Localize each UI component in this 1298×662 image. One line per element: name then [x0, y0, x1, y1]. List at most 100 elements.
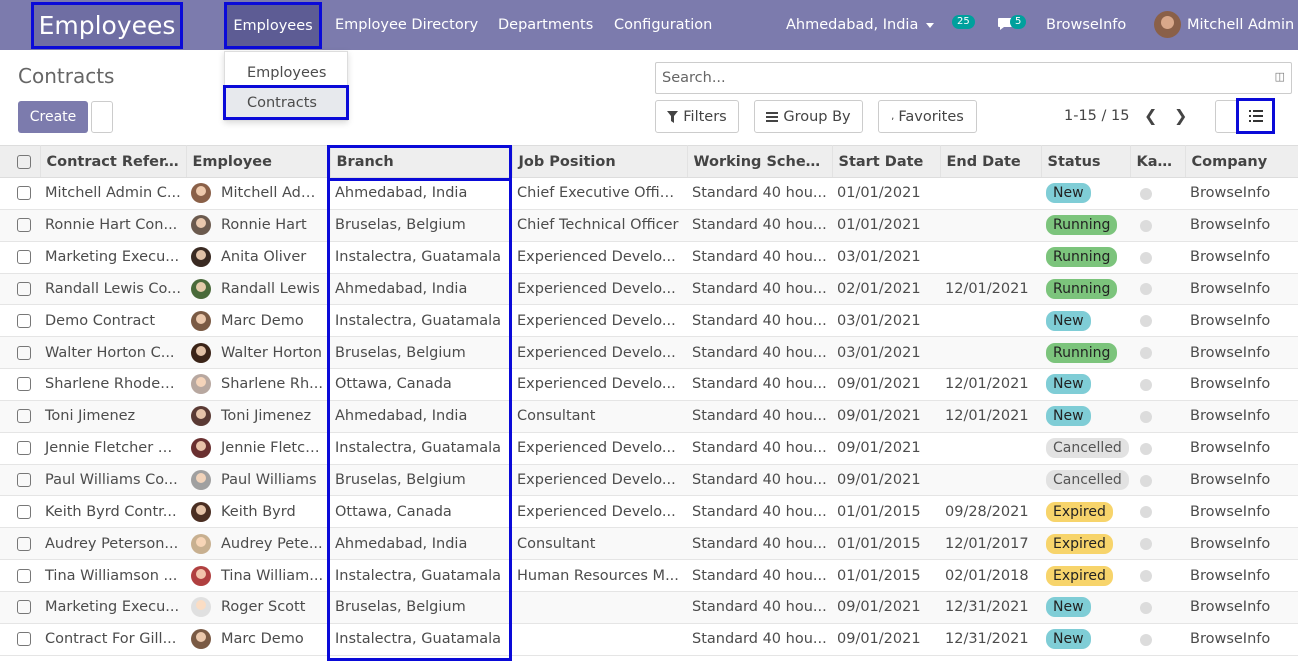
cell-branch[interactable]: Ottawa, Canada: [330, 368, 512, 401]
cell-branch[interactable]: Ahmedabad, India: [330, 273, 512, 306]
cell-status[interactable]: New: [1041, 368, 1130, 401]
cell-employee[interactable]: Marc Demo: [186, 623, 330, 656]
row-checkbox[interactable]: [0, 495, 40, 529]
nav-employee-directory[interactable]: Employee Directory: [335, 0, 478, 50]
table-row[interactable]: Contract For Gill... Marc Demo Instalectra…: [0, 623, 1298, 656]
cell-end-date[interactable]: 12/01/2021: [940, 400, 1041, 433]
kanban-state-icon[interactable]: [1140, 347, 1152, 360]
nav-employees[interactable]: Employees: [224, 2, 322, 49]
nav-departments[interactable]: Departments: [498, 0, 593, 50]
cell-end-date[interactable]: [940, 432, 1041, 465]
cell-employee[interactable]: Sharlene Rh...: [186, 368, 330, 401]
create-button[interactable]: Create: [18, 101, 88, 133]
cell-branch[interactable]: Instalectra, Guatamala: [330, 432, 512, 465]
cell-company[interactable]: BrowseInfo: [1185, 177, 1298, 210]
cell-kanban-state[interactable]: [1130, 495, 1185, 529]
header-employee[interactable]: Employee: [186, 145, 331, 178]
filters-button[interactable]: Filters: [655, 100, 739, 133]
cell-kanban-state[interactable]: [1130, 336, 1185, 370]
cell-status[interactable]: Expired: [1041, 495, 1130, 529]
cell-working-schedule[interactable]: Standard 40 hou...: [687, 273, 832, 306]
cell-contract-reference[interactable]: Ronnie Hart Con...: [40, 209, 186, 242]
cell-status[interactable]: Running: [1041, 336, 1130, 370]
table-row[interactable]: Ronnie Hart Con... Ronnie Hart Bruselas, B…: [0, 209, 1298, 242]
cell-status[interactable]: Cancelled: [1041, 432, 1130, 465]
cell-working-schedule[interactable]: Standard 40 hou...: [687, 336, 832, 370]
user-avatar[interactable]: [1154, 11, 1181, 38]
cell-status[interactable]: New: [1041, 591, 1130, 624]
row-checkbox[interactable]: [0, 432, 40, 465]
cell-kanban-state[interactable]: [1130, 591, 1185, 624]
row-checkbox[interactable]: [0, 464, 40, 497]
cell-branch[interactable]: Instalectra, Guatamala: [330, 623, 512, 656]
cell-working-schedule[interactable]: Standard 40 hou...: [687, 591, 832, 624]
cell-branch[interactable]: Instalectra, Guatamala: [330, 559, 512, 592]
row-checkbox[interactable]: [0, 273, 40, 306]
secondary-button[interactable]: [91, 101, 113, 133]
cell-start-date[interactable]: 01/01/2021: [832, 209, 940, 242]
cell-end-date[interactable]: [940, 209, 1041, 242]
dropdown-item-contracts[interactable]: Contracts: [223, 85, 349, 120]
cell-working-schedule[interactable]: Standard 40 hou...: [687, 527, 832, 561]
cell-status[interactable]: New: [1041, 304, 1130, 338]
search-input[interactable]: [662, 64, 1262, 92]
cell-kanban-state[interactable]: [1130, 177, 1185, 210]
cell-contract-reference[interactable]: Toni Jimenez: [40, 400, 186, 433]
cell-end-date[interactable]: [940, 304, 1041, 338]
cell-start-date[interactable]: 09/01/2021: [832, 591, 940, 624]
cell-job-position[interactable]: Human Resources M...: [512, 559, 687, 592]
cell-start-date[interactable]: 02/01/2021: [832, 273, 940, 306]
cell-job-position[interactable]: Experienced Develo...: [512, 495, 687, 529]
search-bar[interactable]: ◫: [655, 62, 1292, 94]
cell-end-date[interactable]: [940, 464, 1041, 497]
cell-working-schedule[interactable]: Standard 40 hou...: [687, 495, 832, 529]
cell-kanban-state[interactable]: [1130, 623, 1185, 656]
cell-branch[interactable]: Ahmedabad, India: [330, 527, 512, 561]
table-row[interactable]: Demo Contract Marc Demo Instalectra, Guata…: [0, 304, 1298, 338]
cell-start-date[interactable]: 01/01/2021: [832, 177, 940, 210]
cell-kanban-state[interactable]: [1130, 527, 1185, 561]
cell-status[interactable]: Running: [1041, 241, 1130, 274]
kanban-state-icon[interactable]: [1140, 283, 1152, 296]
row-checkbox[interactable]: [0, 623, 40, 656]
table-row[interactable]: Marketing Execu... Anita Oliver Instalectr…: [0, 241, 1298, 274]
pager-value[interactable]: 1-15 / 15: [1064, 108, 1129, 124]
table-row[interactable]: Tina Williamson ... Tina William... Instal…: [0, 559, 1298, 592]
kanban-view-button[interactable]: [1215, 100, 1237, 133]
cell-status[interactable]: New: [1041, 623, 1130, 656]
cell-end-date[interactable]: [940, 336, 1041, 370]
cell-contract-reference[interactable]: Contract For Gill...: [40, 623, 186, 656]
cell-job-position[interactable]: Experienced Develo...: [512, 273, 687, 306]
favorites-button[interactable]: , Favorites: [878, 100, 977, 133]
cell-kanban-state[interactable]: [1130, 464, 1185, 497]
cell-branch[interactable]: Bruselas, Belgium: [330, 591, 512, 624]
cell-start-date[interactable]: 01/01/2015: [832, 559, 940, 592]
table-row[interactable]: Marketing Execu... Roger Scott Bruselas, B…: [0, 591, 1298, 624]
cell-kanban-state[interactable]: [1130, 241, 1185, 274]
cell-status[interactable]: New: [1041, 177, 1130, 210]
cell-contract-reference[interactable]: Marketing Execu...: [40, 591, 186, 624]
cell-working-schedule[interactable]: Standard 40 hou...: [687, 304, 832, 338]
cell-end-date[interactable]: 09/28/2021: [940, 495, 1041, 529]
row-checkbox[interactable]: [0, 400, 40, 433]
company-switcher[interactable]: Ahmedabad, India: [786, 0, 935, 50]
table-row[interactable]: Sharlene Rhodes... Sharlene Rh... Ottawa, …: [0, 368, 1298, 401]
cell-working-schedule[interactable]: Standard 40 hou...: [687, 464, 832, 497]
row-checkbox[interactable]: [0, 527, 40, 561]
cell-job-position[interactable]: Experienced Develo...: [512, 464, 687, 497]
cell-start-date[interactable]: 03/01/2021: [832, 304, 940, 338]
header-end-date[interactable]: End Date: [940, 145, 1042, 178]
cell-employee[interactable]: Anita Oliver: [186, 241, 330, 274]
cell-company[interactable]: BrowseInfo: [1185, 209, 1298, 242]
table-row[interactable]: Randall Lewis Co... Randall Lewis Ahmedaba…: [0, 273, 1298, 306]
cell-job-position[interactable]: Experienced Develo...: [512, 432, 687, 465]
header-start-date[interactable]: Start Date: [832, 145, 941, 178]
cell-contract-reference[interactable]: Demo Contract: [40, 304, 186, 338]
row-checkbox[interactable]: [0, 591, 40, 624]
cell-company[interactable]: BrowseInfo: [1185, 559, 1298, 592]
cell-job-position[interactable]: Consultant: [512, 527, 687, 561]
cell-contract-reference[interactable]: Audrey Peterson...: [40, 527, 186, 561]
cell-end-date[interactable]: 12/31/2021: [940, 623, 1041, 656]
cell-branch[interactable]: Ottawa, Canada: [330, 495, 512, 529]
row-checkbox[interactable]: [0, 368, 40, 401]
